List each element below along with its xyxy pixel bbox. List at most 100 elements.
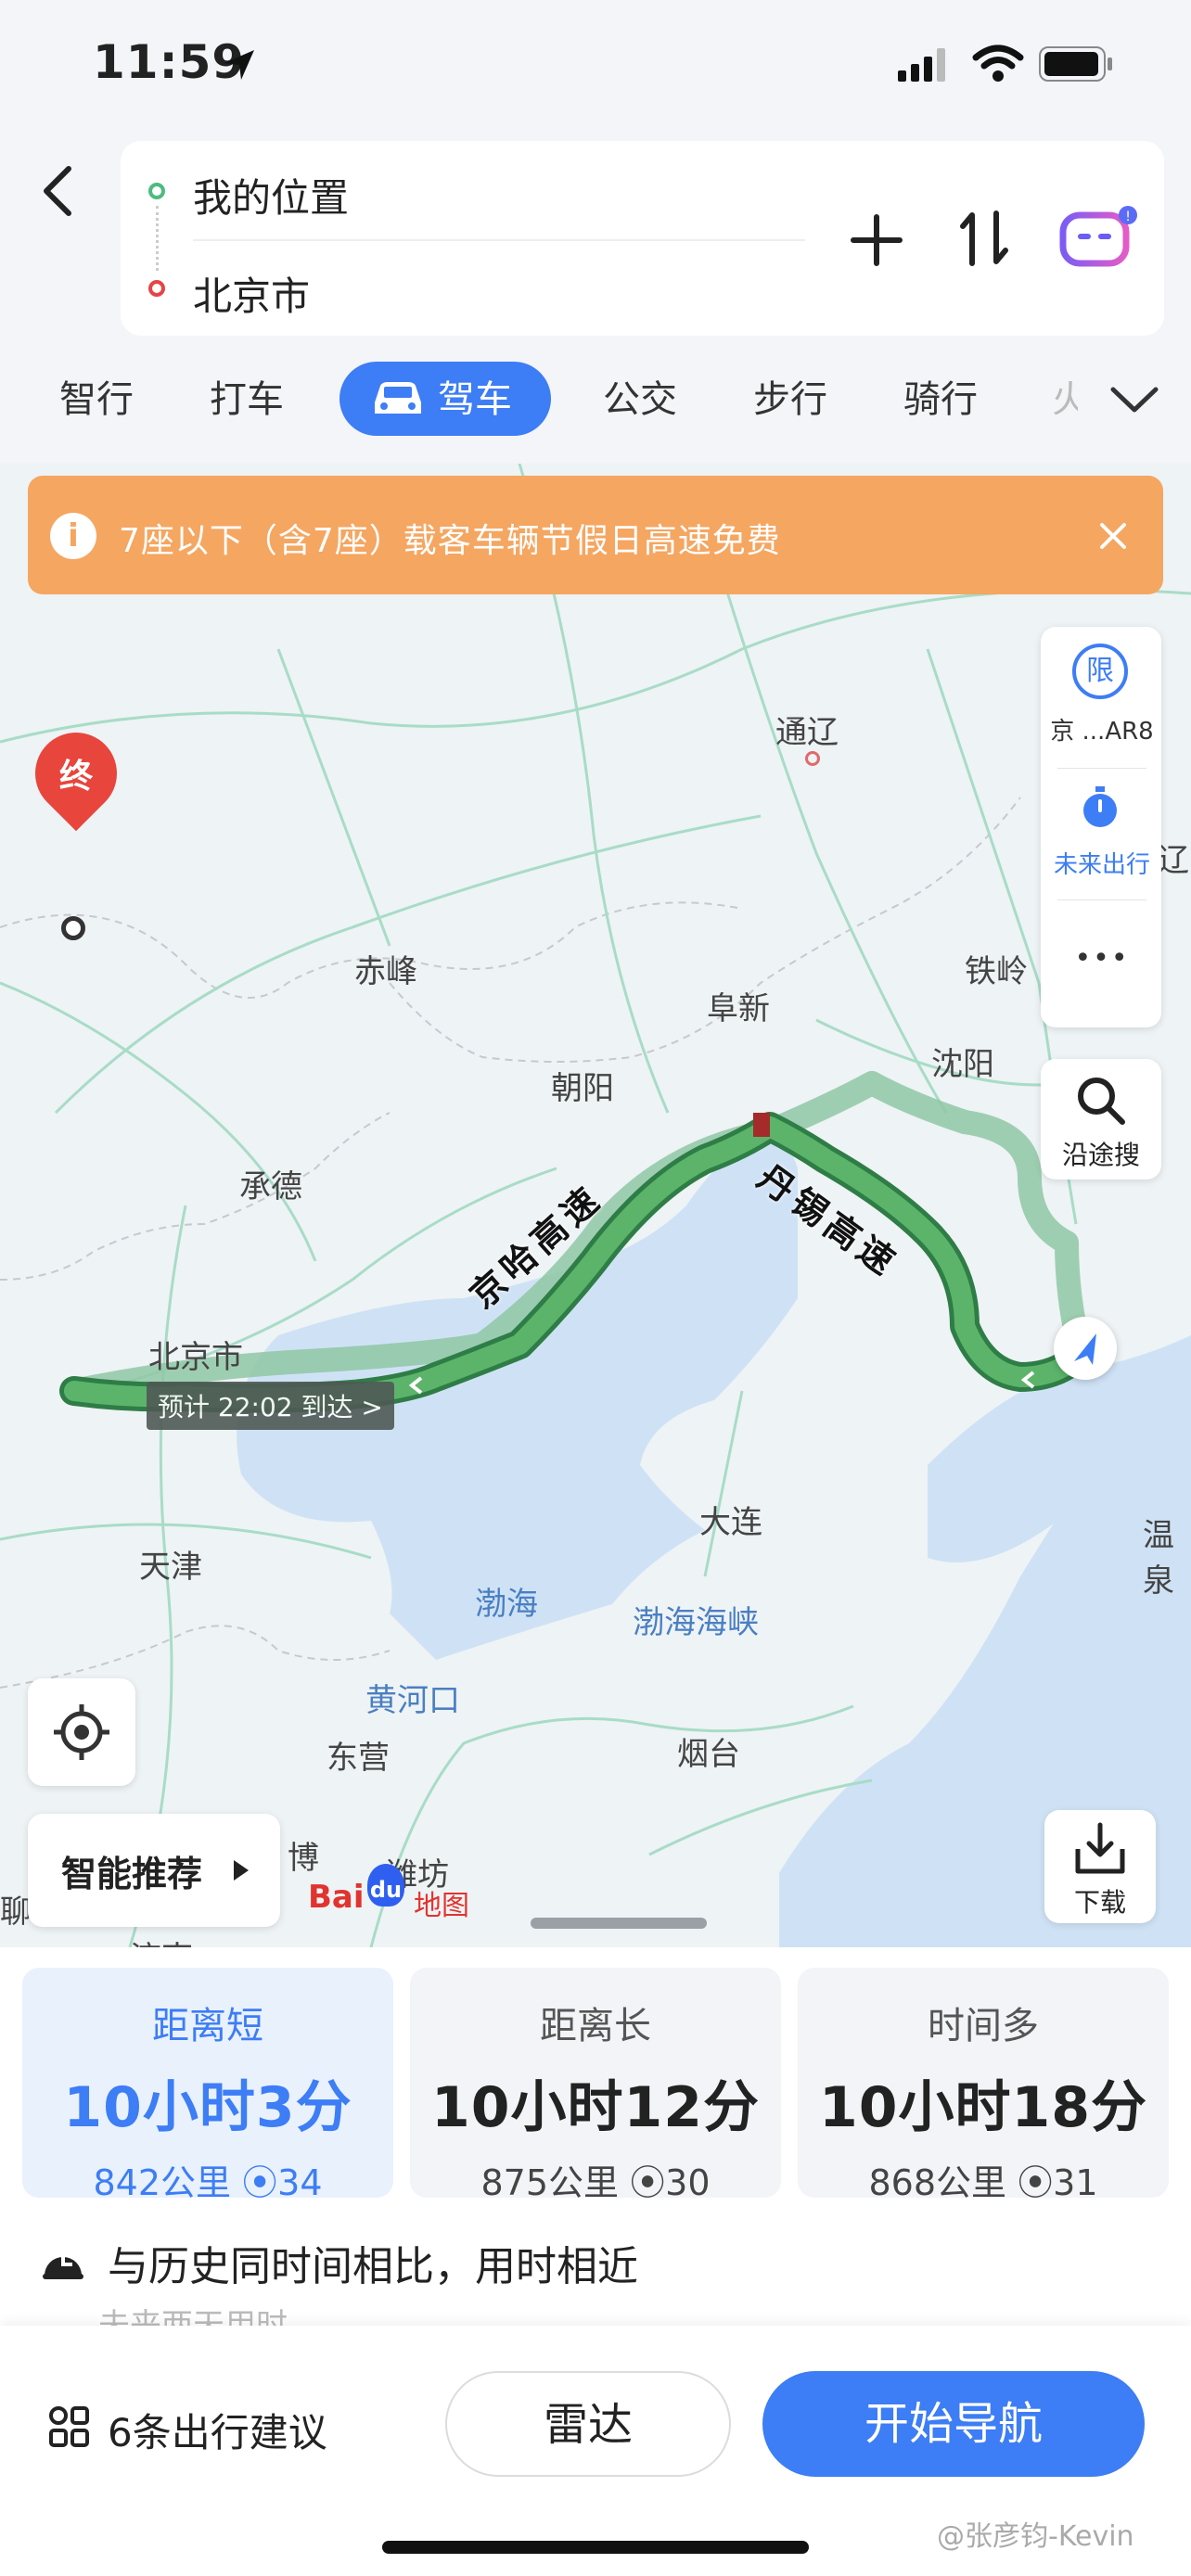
city-label: 铁岭 bbox=[965, 953, 1028, 990]
city-label: 博 bbox=[288, 1840, 319, 1877]
location-arrow-icon bbox=[224, 50, 254, 80]
route-distance: 875公里 bbox=[480, 2162, 620, 2203]
drag-handle[interactable] bbox=[531, 1918, 707, 1929]
destination-point bbox=[61, 916, 85, 940]
travel-advice-link[interactable]: 6条出行建议 bbox=[108, 2402, 327, 2458]
sea-label: 渤海海峡 bbox=[633, 1604, 759, 1641]
route-duration: 10小时3分 bbox=[63, 2075, 352, 2140]
city-dot bbox=[805, 751, 820, 766]
search-icon bbox=[1078, 1078, 1125, 1125]
map-view[interactable]: 通辽 赤峰 阜新 铁岭 沈阳 朝阳 承德 北京市 天津 大连 东营 烟台 潍坊 … bbox=[0, 464, 1191, 1947]
route-distance: 868公里 bbox=[868, 2162, 1007, 2203]
tab-walk[interactable]: 步行 bbox=[753, 369, 827, 423]
baidu-map-text: 地图 bbox=[414, 1890, 469, 1922]
info-icon: i bbox=[50, 513, 96, 559]
assistant-robot-icon[interactable]: ! bbox=[1059, 202, 1143, 273]
future-travel-label[interactable]: 未来出行 bbox=[1046, 846, 1158, 880]
traffic-light-icon: ⦿ bbox=[630, 2162, 666, 2203]
origin-input[interactable]: 我的位置 bbox=[193, 167, 349, 223]
route-card-more-time[interactable]: 时间多 10小时18分 868公里 ⦿31 bbox=[798, 1968, 1169, 2203]
history-note: 与历史同时间相比，用时相近 bbox=[108, 2243, 638, 2290]
start-navigation-button[interactable]: 开始导航 bbox=[762, 2371, 1145, 2477]
download-icon bbox=[1075, 1822, 1125, 1874]
city-label: 通辽 bbox=[775, 714, 839, 751]
tab-train-partial[interactable]: 火 bbox=[1052, 369, 1078, 423]
watermark: @张彦钧-Kevin bbox=[937, 2520, 1134, 2553]
along-search-label[interactable]: 沿途搜 bbox=[1041, 1135, 1161, 1172]
tab-smart-travel[interactable]: 智行 bbox=[59, 369, 134, 423]
route-duration: 10小时12分 bbox=[431, 2075, 760, 2140]
home-indicator[interactable] bbox=[382, 2541, 809, 2554]
download-label: 下载 bbox=[1073, 1887, 1126, 1918]
destination-input[interactable]: 北京市 bbox=[193, 265, 310, 322]
smart-recommend-label[interactable]: 智能推荐 bbox=[61, 1845, 202, 1896]
locate-crosshair-icon bbox=[54, 1704, 109, 1760]
traffic-limit-label[interactable]: 京 ...AR8 bbox=[1046, 712, 1158, 746]
battery-icon bbox=[1039, 46, 1112, 82]
wifi-icon bbox=[972, 45, 1024, 82]
grid-icon[interactable] bbox=[48, 2405, 91, 2448]
route-meta: 868公里 ⦿31 bbox=[798, 2154, 1169, 2205]
city-label: 辽 bbox=[1158, 842, 1189, 879]
route-title: 距离长 bbox=[540, 2005, 651, 2047]
svg-text:!: ! bbox=[1125, 210, 1131, 224]
add-waypoint-icon[interactable] bbox=[850, 213, 903, 267]
route-meta: 842公里 ⦿34 bbox=[22, 2154, 393, 2205]
divider bbox=[1057, 899, 1146, 900]
city-label: 朝阳 bbox=[551, 1070, 614, 1107]
baidu-logo-text: Bai bbox=[308, 1879, 365, 1916]
car-icon bbox=[375, 382, 421, 414]
back-arrow-icon[interactable] bbox=[39, 165, 76, 217]
tab-drive[interactable]: 驾车 bbox=[438, 369, 512, 423]
route-lights: 31 bbox=[1053, 2162, 1098, 2203]
destination-dot-icon bbox=[148, 280, 165, 297]
tab-bike[interactable]: 骑行 bbox=[903, 369, 978, 423]
radar-button[interactable]: 雷达 bbox=[445, 2371, 731, 2477]
input-divider bbox=[193, 239, 805, 241]
city-label: 天津 bbox=[139, 1549, 202, 1586]
tab-taxi[interactable]: 打车 bbox=[210, 369, 284, 423]
traffic-light-icon: ⦿ bbox=[242, 2162, 278, 2203]
traffic-limit-icon[interactable]: 限 bbox=[1072, 644, 1128, 699]
city-label: 阜新 bbox=[707, 990, 770, 1027]
notice-text: 7座以下（含7座）载客车辆节假日高速免费 bbox=[119, 522, 781, 560]
origin-dot-icon bbox=[148, 183, 165, 199]
route-lights: 34 bbox=[277, 2162, 323, 2203]
sea-label: 黄河口 bbox=[365, 1682, 460, 1719]
more-options-icon[interactable]: ••• bbox=[1046, 942, 1158, 975]
tab-bus[interactable]: 公交 bbox=[603, 369, 677, 423]
city-label: 聊 bbox=[0, 1894, 32, 1931]
end-marker-label: 终 bbox=[58, 758, 93, 796]
route-duration: 10小时18分 bbox=[819, 2075, 1147, 2140]
route-title: 时间多 bbox=[928, 2005, 1039, 2047]
stopwatch-icon[interactable] bbox=[1080, 784, 1121, 831]
signal-icon bbox=[898, 48, 945, 82]
city-label: 济南 bbox=[130, 1932, 193, 1947]
city-label: 赤峰 bbox=[354, 953, 417, 990]
route-card-shortest[interactable]: 距离短 10小时3分 842公里 ⦿34 bbox=[22, 1968, 393, 2203]
city-label: 东营 bbox=[327, 1740, 390, 1777]
eta-bubble[interactable]: 预计 22:02 到达 > bbox=[147, 1382, 394, 1430]
navigation-arrow-icon bbox=[1074, 1333, 1096, 1365]
city-label: 沈阳 bbox=[931, 1046, 994, 1083]
city-label: 大连 bbox=[699, 1504, 762, 1541]
route-lights: 30 bbox=[665, 2162, 711, 2203]
play-triangle-icon bbox=[234, 1860, 249, 1881]
divider bbox=[1057, 768, 1146, 769]
route-meta: 875公里 ⦿30 bbox=[410, 2154, 781, 2205]
city-label: 烟台 bbox=[677, 1736, 740, 1773]
baidu-paw-icon: du bbox=[367, 1864, 404, 1906]
close-icon[interactable] bbox=[1098, 521, 1128, 551]
clock-icon bbox=[43, 2251, 83, 2279]
city-label: 承德 bbox=[239, 1168, 302, 1205]
traffic-light-icon: ⦿ bbox=[1018, 2162, 1054, 2203]
sea-label: 渤海 bbox=[475, 1586, 538, 1623]
city-label: 温泉 bbox=[1143, 1517, 1174, 1600]
route-distance: 842公里 bbox=[93, 2162, 232, 2203]
chevron-down-icon[interactable] bbox=[1109, 384, 1159, 415]
swap-icon[interactable] bbox=[959, 210, 1009, 267]
city-label: 北京市 bbox=[148, 1339, 243, 1376]
route-title: 距离短 bbox=[152, 2005, 263, 2047]
route-connector bbox=[156, 206, 160, 271]
route-card-long[interactable]: 距离长 10小时12分 875公里 ⦿30 bbox=[410, 1968, 781, 2203]
